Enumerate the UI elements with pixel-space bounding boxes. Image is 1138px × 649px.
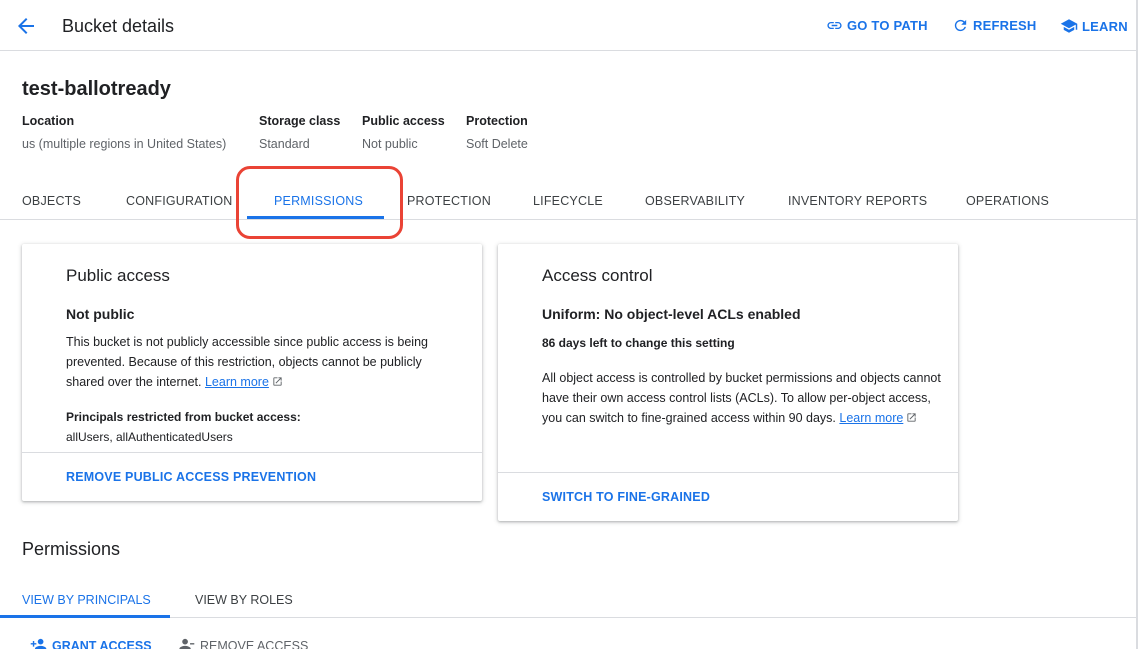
active-tab-indicator xyxy=(0,615,170,618)
card-title: Public access xyxy=(66,266,170,285)
switch-to-fine-grained-button[interactable]: SWITCH TO FINE-GRAINED xyxy=(542,490,710,504)
meta-label: Public access xyxy=(362,114,445,128)
meta-protection: Protection Soft Delete xyxy=(466,114,528,151)
bucket-tabs: OBJECTS CONFIGURATION PERMISSIONS PROTEC… xyxy=(0,186,1138,220)
restricted-principals-value: allUsers, allAuthenticatedUsers xyxy=(66,430,233,444)
person-add-icon xyxy=(30,636,47,649)
meta-public-access: Public access Not public xyxy=(362,114,445,151)
link-icon xyxy=(826,17,843,34)
tab-view-by-principals[interactable]: VIEW BY PRINCIPALS xyxy=(22,593,151,607)
grant-access-label: GRANT ACCESS xyxy=(52,639,152,649)
refresh-button[interactable]: REFRESH xyxy=(952,17,1037,34)
learn-button[interactable]: LEARN xyxy=(1060,17,1128,35)
bucket-name: test-ballotready xyxy=(22,78,171,100)
learn-label: LEARN xyxy=(1082,18,1128,34)
tab-view-by-roles[interactable]: VIEW BY ROLES xyxy=(195,593,293,607)
meta-value: Soft Delete xyxy=(466,137,528,151)
meta-value: Standard xyxy=(259,137,310,151)
open-in-new-icon xyxy=(272,373,283,393)
meta-label: Location xyxy=(22,114,75,128)
remove-public-access-prevention-button[interactable]: REMOVE PUBLIC ACCESS PREVENTION xyxy=(66,470,316,484)
top-bar: Bucket details GO TO PATH REFRESH LEARN xyxy=(0,0,1138,51)
grant-access-button[interactable]: GRANT ACCESS xyxy=(30,636,152,649)
refresh-icon xyxy=(952,17,969,34)
access-control-card: Access control Uniform: No object-level … xyxy=(498,244,958,521)
days-left-text: 86 days left to change this setting xyxy=(542,336,735,350)
tab-protection[interactable]: PROTECTION xyxy=(407,194,491,208)
permissions-tabs: VIEW BY PRINCIPALS VIEW BY ROLES xyxy=(0,585,1138,618)
tab-observability[interactable]: OBSERVABILITY xyxy=(645,194,745,208)
meta-storage-class: Storage class Standard xyxy=(259,114,340,151)
meta-label: Protection xyxy=(466,114,528,128)
person-remove-icon xyxy=(178,636,195,649)
restricted-principals-label: Principals restricted from bucket access… xyxy=(66,410,301,424)
remove-access-label: REMOVE ACCESS xyxy=(200,639,309,649)
tab-configuration[interactable]: CONFIGURATION xyxy=(126,194,233,208)
learn-more-link[interactable]: Learn more xyxy=(205,375,269,389)
back-arrow-icon[interactable] xyxy=(14,14,38,38)
meta-label: Storage class xyxy=(259,114,341,128)
highlight-annotation xyxy=(236,166,403,239)
open-in-new-icon xyxy=(906,409,917,429)
card-title: Access control xyxy=(542,266,653,285)
remove-access-button[interactable]: REMOVE ACCESS xyxy=(178,636,308,649)
page-title: Bucket details xyxy=(62,16,175,36)
refresh-label: REFRESH xyxy=(973,18,1037,33)
public-access-card: Public access Not public This bucket is … xyxy=(22,244,482,501)
go-to-path-button[interactable]: GO TO PATH xyxy=(826,17,928,34)
tab-inventory-reports[interactable]: INVENTORY REPORTS xyxy=(788,194,927,208)
card-divider xyxy=(22,452,482,453)
go-to-path-label: GO TO PATH xyxy=(847,18,928,33)
tab-lifecycle[interactable]: LIFECYCLE xyxy=(533,194,603,208)
meta-value: Not public xyxy=(362,137,418,151)
card-divider xyxy=(498,472,958,473)
public-access-status: Not public xyxy=(66,306,135,322)
public-access-description: This bucket is not publicly accessible s… xyxy=(66,332,462,393)
meta-location: Location us (multiple regions in United … xyxy=(22,114,226,151)
access-control-status: Uniform: No object-level ACLs enabled xyxy=(542,306,801,322)
school-icon xyxy=(1060,17,1078,35)
permissions-heading: Permissions xyxy=(22,539,121,559)
access-control-description: All object access is controlled by bucke… xyxy=(542,368,942,429)
tab-objects[interactable]: OBJECTS xyxy=(22,194,81,208)
meta-value: us (multiple regions in United States) xyxy=(22,137,227,151)
learn-more-link[interactable]: Learn more xyxy=(839,411,903,425)
tab-operations[interactable]: OPERATIONS xyxy=(966,194,1049,208)
